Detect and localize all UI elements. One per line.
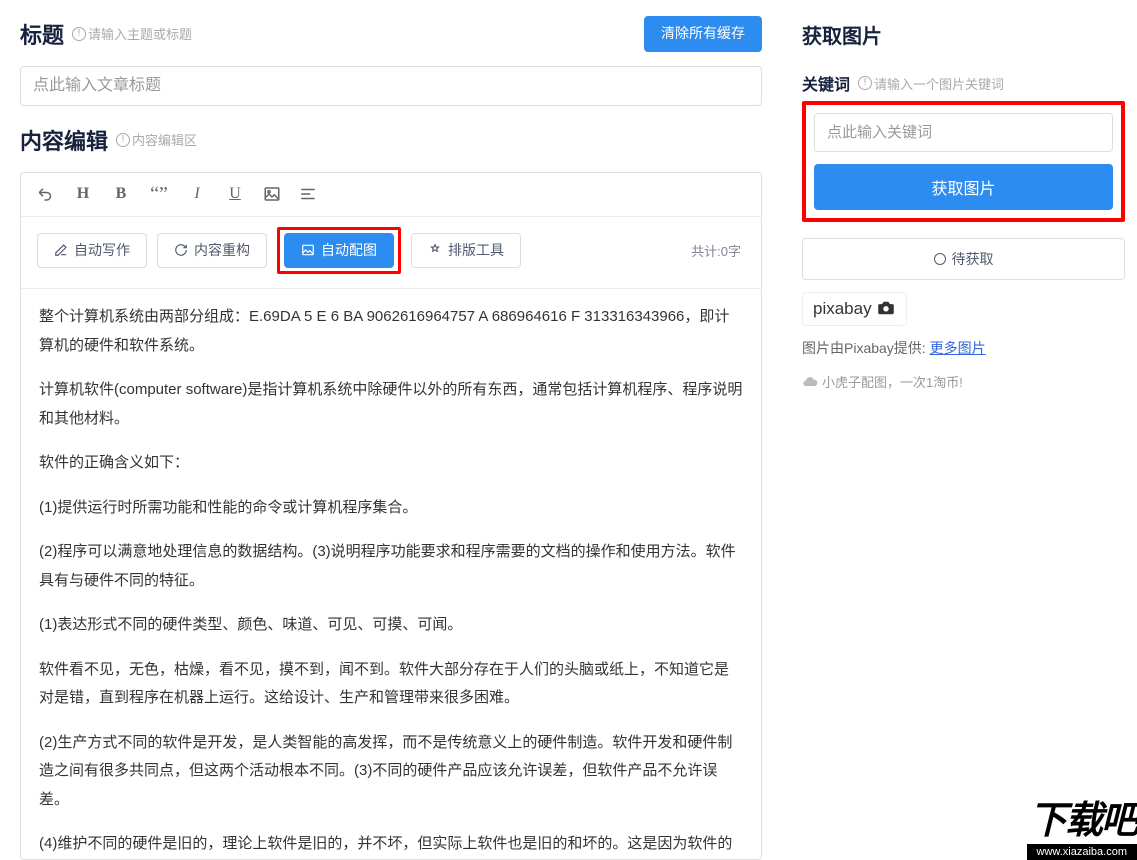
watermark: 下载吧 www.xiazaiba.com <box>1027 789 1137 860</box>
content-edit-label: 内容编辑 ! 内容编辑区 <box>20 124 762 156</box>
paragraph: 计算机软件(computer software)是指计算机系统中除硬件以外的所有… <box>39 376 743 433</box>
underline-icon[interactable]: U <box>225 185 245 203</box>
pending-status: 待获取 <box>802 238 1125 280</box>
paragraph: 整个计算机系统由两部分组成：E.69DA 5 E 6 BA 9062616964… <box>39 303 743 360</box>
info-icon: ! <box>72 27 86 41</box>
highlight-auto-image: 自动配图 <box>277 227 401 275</box>
content-edit-hint: ! 内容编辑区 <box>116 130 197 149</box>
action-toolbar: 自动写作 内容重构 自动配图 <box>21 217 761 290</box>
clear-cache-button[interactable]: 清除所有缓存 <box>644 16 762 52</box>
bold-icon[interactable]: B <box>111 185 131 203</box>
main-column: 标题 ! 请输入主题或标题 清除所有缓存 内容编辑 ! 内容编辑区 H <box>0 0 782 860</box>
align-icon[interactable] <box>299 185 317 203</box>
paragraph: (4)维护不同的硬件是旧的，理论上软件是旧的，并不坏，但实际上软件也是旧的和坏的… <box>39 830 743 859</box>
pencil-icon <box>54 243 68 257</box>
tip-line: 小虎子配图，一次1淘币! <box>802 372 1125 391</box>
info-icon: ! <box>858 76 872 90</box>
paragraph: 软件看不见，无色，枯燥，看不见，摸不到，闻不到。软件大部分存在于人们的头脑或纸上… <box>39 656 743 713</box>
title-section-header: 标题 ! 请输入主题或标题 清除所有缓存 <box>20 16 762 52</box>
image-icon[interactable] <box>263 185 281 203</box>
paragraph: (2)生产方式不同的软件是开发，是人类智能的高发挥，而不是传统意义上的硬件制造。… <box>39 729 743 815</box>
more-images-link[interactable]: 更多图片 <box>930 340 986 356</box>
get-image-title: 获取图片 <box>802 20 1125 49</box>
editor-body[interactable]: 整个计算机系统由两部分组成：E.69DA 5 E 6 BA 9062616964… <box>21 289 761 859</box>
sidebar-column: 获取图片 关键词 ! 请输入一个图片关键词 获取图片 待获取 pixabay <box>782 0 1137 860</box>
keyword-label: 关键词 ! 请输入一个图片关键词 <box>802 71 1125 95</box>
pixabay-logo: pixabay <box>813 299 896 319</box>
title-label: 标题 ! 请输入主题或标题 <box>20 18 192 50</box>
italic-icon[interactable]: I <box>187 185 207 203</box>
circle-icon <box>934 253 946 265</box>
auto-write-button[interactable]: 自动写作 <box>37 233 147 269</box>
tool-icon <box>428 243 442 257</box>
paragraph: (2)程序可以满意地处理信息的数据结构。(3)说明程序功能要求和程序需要的文档的… <box>39 538 743 595</box>
paragraph: 软件的正确含义如下： <box>39 449 743 478</box>
quote-icon[interactable]: “” <box>149 183 169 206</box>
layout-tool-button[interactable]: 排版工具 <box>411 233 521 269</box>
keyword-input[interactable] <box>814 113 1113 152</box>
keyword-hint: ! 请输入一个图片关键词 <box>858 74 1004 93</box>
undo-icon[interactable] <box>37 185 55 203</box>
highlight-keyword-box: 获取图片 <box>802 101 1125 222</box>
heading-icon[interactable]: H <box>73 185 93 203</box>
word-count: 共计:0字 <box>691 241 745 260</box>
refresh-icon <box>174 243 188 257</box>
get-image-button[interactable]: 获取图片 <box>814 164 1113 210</box>
editor-container: H B “” I U 自动写作 <box>20 172 762 860</box>
formatting-toolbar: H B “” I U <box>21 173 761 217</box>
cloud-icon <box>802 374 818 390</box>
paragraph: (1)提供运行时所需功能和性能的命令或计算机程序集合。 <box>39 494 743 523</box>
article-title-input[interactable] <box>20 66 762 106</box>
pixabay-card: pixabay <box>802 292 907 326</box>
restructure-button[interactable]: 内容重构 <box>157 233 267 269</box>
paragraph: (1)表达形式不同的硬件类型、颜色、味道、可见、可摸、可闻。 <box>39 611 743 640</box>
provider-line: 图片由Pixabay提供: 更多图片 <box>802 338 1125 358</box>
picture-icon <box>301 243 315 257</box>
info-icon: ! <box>116 133 130 147</box>
title-hint: ! 请输入主题或标题 <box>72 24 192 43</box>
camera-icon <box>876 301 896 318</box>
auto-image-button[interactable]: 自动配图 <box>284 233 394 269</box>
